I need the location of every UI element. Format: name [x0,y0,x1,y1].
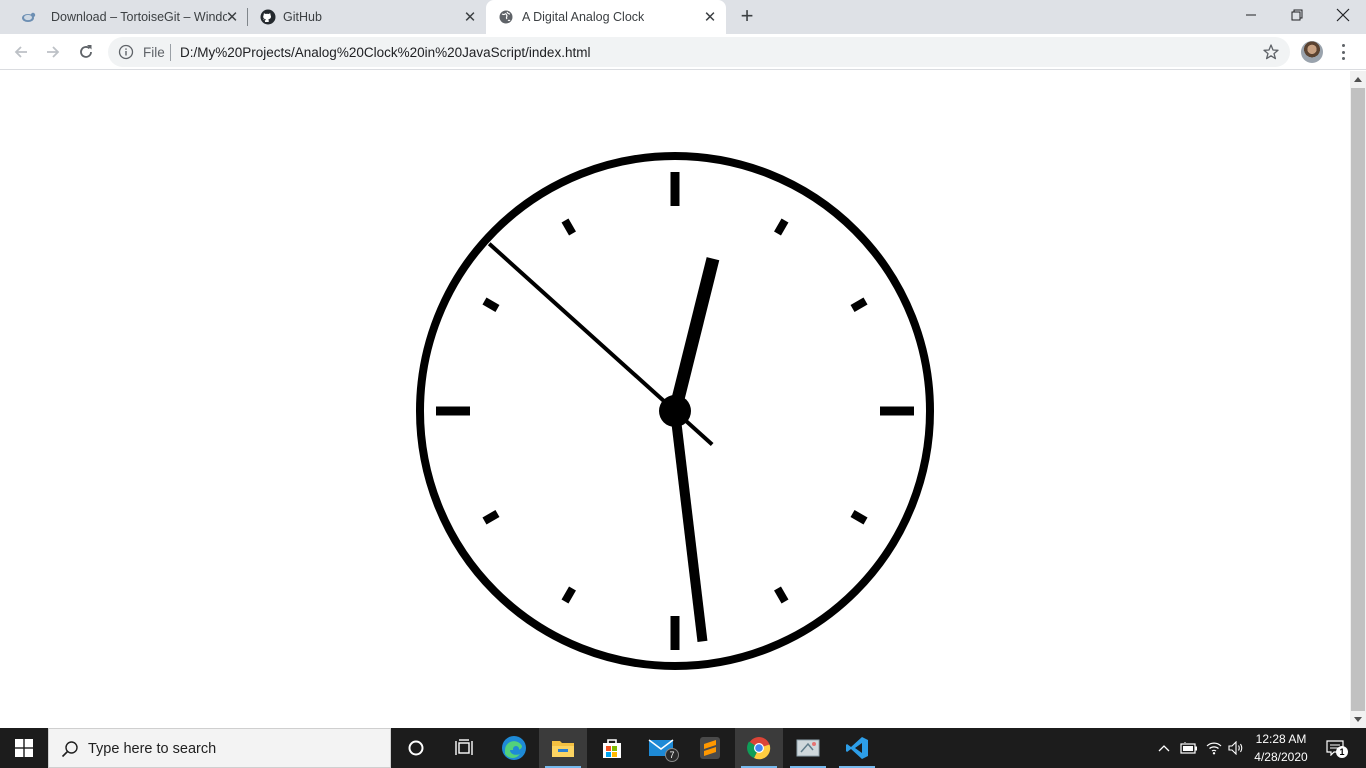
snipping-tool-app-button[interactable] [784,728,832,768]
tab-tortoisegit[interactable]: Download – TortoiseGit – Windows Shell I… [8,0,248,34]
battery-button[interactable] [1178,728,1200,768]
edge-app-button[interactable] [490,728,538,768]
menu-dot [1341,50,1345,54]
sublime-app-button[interactable] [686,728,734,768]
chevron-up-icon [1158,745,1170,752]
action-center-button[interactable]: 1 [1320,728,1350,768]
new-tab-button[interactable]: + [736,5,758,28]
reload-button[interactable] [73,39,99,65]
wifi-button[interactable] [1203,728,1225,768]
file-scheme-label: File [143,45,165,60]
close-icon[interactable]: ✕ [224,9,240,26]
tab-github[interactable]: GitHub ✕ [248,0,486,34]
windows-logo-icon [15,739,33,757]
tab-analog-clock[interactable]: A Digital Analog Clock ✕ [486,0,726,34]
notification-count-badge: 1 [1336,746,1348,758]
store-bag-icon [603,739,621,758]
browser-toolbar: File D:/My%20Projects/Analog%20Clock%20i… [0,34,1366,70]
search-placeholder: Type here to search [88,741,217,757]
task-view-icon [455,739,473,755]
folder-icon [552,741,574,757]
profile-avatar[interactable] [1301,41,1323,63]
forward-button[interactable] [40,39,66,65]
scrollbar-thumb[interactable] [1351,88,1365,711]
close-icon[interactable]: ✕ [702,9,718,26]
reload-icon [80,45,92,58]
cortana-button[interactable] [392,728,440,768]
restore-button[interactable] [1274,0,1320,30]
store-app-button[interactable] [588,728,636,768]
cortana-ring-icon [408,740,424,756]
chrome-icon [747,737,771,760]
back-button[interactable] [8,39,34,65]
chrome-menu-button[interactable] [1335,42,1351,62]
address-bar[interactable]: File D:/My%20Projects/Analog%20Clock%20i… [108,37,1290,67]
start-button[interactable] [0,728,48,768]
menu-dot [1341,44,1345,47]
battery-icon [1180,742,1197,754]
info-icon[interactable] [118,44,134,60]
snipping-tool-icon [796,739,820,757]
system-time: 12:28 AM [1255,732,1307,746]
page-viewport [0,71,1350,728]
menu-dot [1341,57,1345,60]
chrome-app-button[interactable] [735,728,783,768]
url-text[interactable]: D:/My%20Projects/Analog%20Clock%20in%20J… [180,45,590,60]
minimize-button[interactable] [1228,0,1274,30]
sublime-text-icon [700,737,720,759]
edge-icon [502,736,526,760]
tab-strip: Download – TortoiseGit – Windows Shell I… [0,0,1366,34]
scroll-down-arrow-icon[interactable] [1350,712,1366,728]
taskbar-search-box[interactable]: Type here to search [48,728,391,768]
task-view-button[interactable] [440,728,488,768]
vscode-icon [846,737,868,759]
windows-taskbar: Type here to search 7 12:28 AM 4/28/2020… [0,728,1366,768]
file-explorer-app-button[interactable] [539,728,587,768]
mail-app-button[interactable]: 7 [637,728,685,768]
scroll-up-arrow-icon[interactable] [1350,71,1366,87]
tab-title: GitHub [283,10,322,24]
show-hidden-icons-button[interactable] [1154,728,1174,768]
volume-button[interactable] [1226,728,1246,768]
speaker-icon [1228,741,1243,755]
search-icon [61,741,78,758]
close-icon[interactable]: ✕ [462,9,478,26]
system-clock[interactable]: 12:28 AM 4/28/2020 [1250,730,1312,766]
github-icon [260,9,276,25]
tab-title: Download – TortoiseGit – Windows Shell I… [51,10,227,24]
vscode-app-button[interactable] [833,728,881,768]
system-date: 4/28/2020 [1254,750,1308,764]
address-divider [170,44,171,61]
tab-title: A Digital Analog Clock [522,10,645,24]
close-window-button[interactable] [1320,0,1366,30]
mail-unread-badge: 7 [665,748,679,762]
tortoise-icon [20,9,36,25]
clock-center-pin [659,395,691,427]
forward-arrow-icon [47,46,60,58]
globe-icon [498,9,514,25]
vertical-scrollbar[interactable] [1350,71,1366,728]
wifi-icon [1206,742,1222,755]
back-arrow-icon [14,46,27,58]
bookmark-star-icon[interactable] [1262,43,1280,61]
analog-clock [416,152,934,670]
